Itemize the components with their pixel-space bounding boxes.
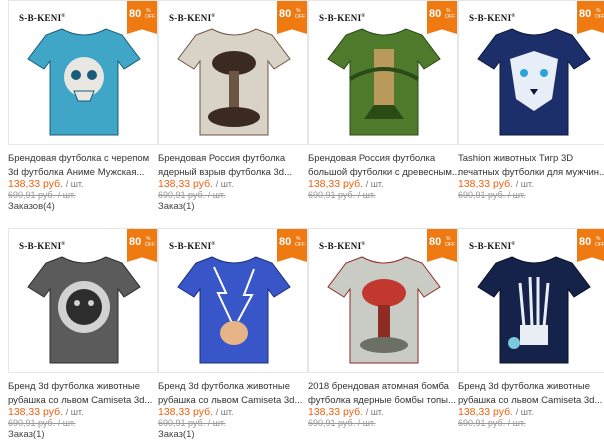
old-price: 690,91 руб. / шт.: [458, 418, 526, 428]
price: 138,33 руб.: [8, 178, 64, 190]
product-image[interactable]: S-B-KENI® 80% OFF: [458, 228, 604, 373]
discount-badge: 80% OFF: [577, 1, 604, 34]
orders-count: Заказ(1): [158, 201, 195, 212]
discount-badge: 80% OFF: [277, 1, 307, 34]
price-row: 138,33 руб. / шт.: [308, 406, 384, 418]
product-image[interactable]: S-B-KENI® 80% OFF: [8, 228, 158, 373]
price-unit: / шт.: [515, 407, 534, 417]
old-price: 690,91 руб. / шт.: [158, 190, 226, 200]
product-title-link[interactable]: Бренд 3d футболка животные рубашка со ль…: [8, 380, 160, 408]
product-title-link[interactable]: Tashion животных Тигр 3D печатных футбол…: [458, 152, 604, 180]
product-image[interactable]: S-B-KENI® 80% OFF: [8, 0, 158, 145]
old-price: 690,91 руб. / шт.: [8, 190, 76, 200]
price: 138,33 руб.: [158, 406, 214, 418]
orders-count: Заказов(4): [8, 201, 55, 212]
price-unit: / шт.: [365, 179, 384, 189]
price-unit: / шт.: [65, 407, 84, 417]
price-unit: / шт.: [215, 407, 234, 417]
price-unit: / шт.: [215, 179, 234, 189]
price: 138,33 руб.: [308, 178, 364, 190]
t-shirt-image: [177, 256, 291, 364]
price-unit: / шт.: [515, 179, 534, 189]
t-shirt-image: [27, 28, 141, 136]
price: 138,33 руб.: [308, 406, 364, 418]
t-shirt-image: [327, 28, 441, 136]
t-shirt-image: [477, 28, 591, 136]
product-title-link[interactable]: Брендовая Россия футболка ядерный взрыв …: [158, 152, 310, 180]
product-image[interactable]: S-B-KENI® 80% OFF: [308, 228, 458, 373]
orders-count: Заказ(1): [8, 429, 45, 440]
price-row: 138,33 руб. / шт.: [458, 406, 534, 418]
price-row: 138,33 руб. / шт.: [8, 178, 84, 190]
product-grid: S-B-KENI® 80% OFF Брендовая футболка с че…: [0, 0, 604, 444]
orders-count: Заказ(1): [158, 429, 195, 440]
t-shirt-image: [477, 256, 591, 364]
product-title-link[interactable]: 2018 брендовая атомная бомба футболка яд…: [308, 380, 460, 408]
old-price: 690,91 руб. / шт.: [158, 418, 226, 428]
price-unit: / шт.: [65, 179, 84, 189]
t-shirt-image: [27, 256, 141, 364]
old-price: 690,91 руб. / шт.: [308, 190, 376, 200]
product-title-link[interactable]: Бренд 3d футболка животные рубашка со ль…: [158, 380, 310, 408]
discount-badge: 80% OFF: [277, 229, 307, 262]
price: 138,33 руб.: [458, 178, 514, 190]
product-image[interactable]: S-B-KENI® 80% OFF: [308, 0, 458, 145]
product-title-link[interactable]: Брендовая Россия футболка большой футбол…: [308, 152, 460, 180]
t-shirt-image: [177, 28, 291, 136]
price-unit: / шт.: [365, 407, 384, 417]
price: 138,33 руб.: [458, 406, 514, 418]
price-row: 138,33 руб. / шт.: [8, 406, 84, 418]
product-image[interactable]: S-B-KENI® 80% OFF: [158, 228, 308, 373]
price: 138,33 руб.: [158, 178, 214, 190]
product-title-link[interactable]: Бренд 3d футболка животные рубашка со ль…: [458, 380, 604, 408]
price-row: 138,33 руб. / шт.: [158, 178, 234, 190]
price-row: 138,33 руб. / шт.: [158, 406, 234, 418]
discount-badge: 80% OFF: [427, 229, 457, 262]
old-price: 690,91 руб. / шт.: [308, 418, 376, 428]
discount-badge: 80% OFF: [127, 1, 157, 34]
price: 138,33 руб.: [8, 406, 64, 418]
price-row: 138,33 руб. / шт.: [458, 178, 534, 190]
old-price: 690,91 руб. / шт.: [8, 418, 76, 428]
product-image[interactable]: S-B-KENI® 80% OFF: [458, 0, 604, 145]
t-shirt-image: [327, 256, 441, 364]
product-image[interactable]: S-B-KENI® 80% OFF: [158, 0, 308, 145]
discount-badge: 80% OFF: [577, 229, 604, 262]
product-title-link[interactable]: Брендовая футболка с черепом 3d футболка…: [8, 152, 160, 180]
old-price: 690,91 руб. / шт.: [458, 190, 526, 200]
price-row: 138,33 руб. / шт.: [308, 178, 384, 190]
discount-badge: 80% OFF: [427, 1, 457, 34]
discount-badge: 80% OFF: [127, 229, 157, 262]
